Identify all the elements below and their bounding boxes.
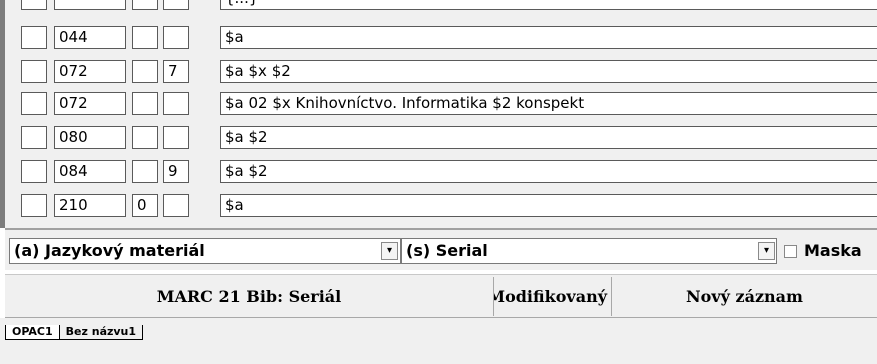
indicator2-field[interactable]: [163, 26, 189, 49]
tag-field[interactable]: [54, 0, 126, 10]
sheet-tabs: OPAC1 Bez názvu1: [5, 320, 144, 340]
indicator1-field[interactable]: [132, 126, 158, 149]
indicator2-field[interactable]: [163, 92, 189, 115]
mask-label: Maska: [804, 241, 862, 260]
tag-field[interactable]: 080: [54, 126, 126, 149]
subfield-value-field[interactable]: $a: [220, 26, 877, 49]
indicator2-field[interactable]: 7: [163, 60, 189, 83]
material-type-select[interactable]: (a) Jazykový materiál ▾: [9, 238, 401, 264]
tag-field[interactable]: 210: [54, 194, 126, 217]
chevron-down-icon[interactable]: ▾: [381, 242, 398, 260]
record-type-bar: (a) Jazykový materiál ▾ (s) Serial ▾ Mas…: [5, 230, 877, 270]
indicator1-field[interactable]: [132, 60, 158, 83]
status-modified: Modifikovaný: [494, 277, 612, 316]
marc-field-row: {...}: [21, 0, 877, 10]
indicator1-field[interactable]: [132, 0, 158, 10]
row-selector[interactable]: [21, 126, 47, 149]
indicator1-field[interactable]: [132, 26, 158, 49]
subfield-value-field[interactable]: $a 02 $x Knihovníctvo. Informatika $2 ko…: [220, 92, 877, 115]
indicator1-field[interactable]: [132, 160, 158, 183]
tab-opac1[interactable]: OPAC1: [5, 325, 60, 340]
indicator2-field[interactable]: [163, 194, 189, 217]
material-type-value: (a) Jazykový materiál: [14, 241, 205, 260]
subfield-value-field[interactable]: $a $2: [220, 160, 877, 183]
indicator1-field[interactable]: [132, 92, 158, 115]
marc-field-row: 080 $a $2: [21, 126, 877, 149]
row-selector[interactable]: [21, 160, 47, 183]
status-record: Nový záznam: [686, 287, 803, 306]
subfield-value-field[interactable]: $a $2: [220, 126, 877, 149]
row-selector[interactable]: [21, 26, 47, 49]
status-bar: MARC 21 Bib: Seriál Modifikovaný Nový zá…: [5, 274, 877, 318]
subfield-value-field[interactable]: $a: [220, 194, 877, 217]
indicator2-field[interactable]: [163, 0, 189, 10]
row-selector[interactable]: [21, 0, 47, 10]
subfield-value-field[interactable]: {...}: [220, 0, 877, 10]
mask-checkbox[interactable]: [784, 244, 797, 258]
chevron-down-icon[interactable]: ▾: [758, 242, 775, 260]
status-format: MARC 21 Bib: Seriál: [5, 277, 494, 316]
subfield-value-field[interactable]: $a $x $2: [220, 60, 877, 83]
bibliographic-level-value: (s) Serial: [406, 241, 488, 260]
tab-strip: OPAC1 Bez názvu1: [0, 318, 877, 364]
row-selector[interactable]: [21, 194, 47, 217]
bibliographic-level-select[interactable]: (s) Serial ▾: [401, 238, 777, 264]
indicator2-field[interactable]: 9: [163, 160, 189, 183]
tag-field[interactable]: 044: [54, 26, 126, 49]
indicator2-field[interactable]: [163, 126, 189, 149]
marc-field-row: 072 7 $a $x $2: [21, 60, 877, 83]
marc-field-row: 084 9 $a $2: [21, 160, 877, 183]
marc-field-row: 044 $a: [21, 26, 877, 49]
row-selector[interactable]: [21, 92, 47, 115]
indicator1-field[interactable]: 0: [132, 194, 158, 217]
tag-field[interactable]: 072: [54, 60, 126, 83]
row-selector[interactable]: [21, 60, 47, 83]
marc-field-grid: {...} 044 $a 072 7 $a $x $2 072 $a 02 $x…: [5, 0, 877, 228]
marc-field-row: 072 $a 02 $x Knihovníctvo. Informatika $…: [21, 92, 877, 115]
mask-toggle[interactable]: Maska: [784, 238, 862, 264]
tag-field[interactable]: 084: [54, 160, 126, 183]
marc-field-row: 210 0 $a: [21, 194, 877, 217]
tab-bez-nazvu1[interactable]: Bez názvu1: [58, 325, 144, 340]
tag-field[interactable]: 072: [54, 92, 126, 115]
